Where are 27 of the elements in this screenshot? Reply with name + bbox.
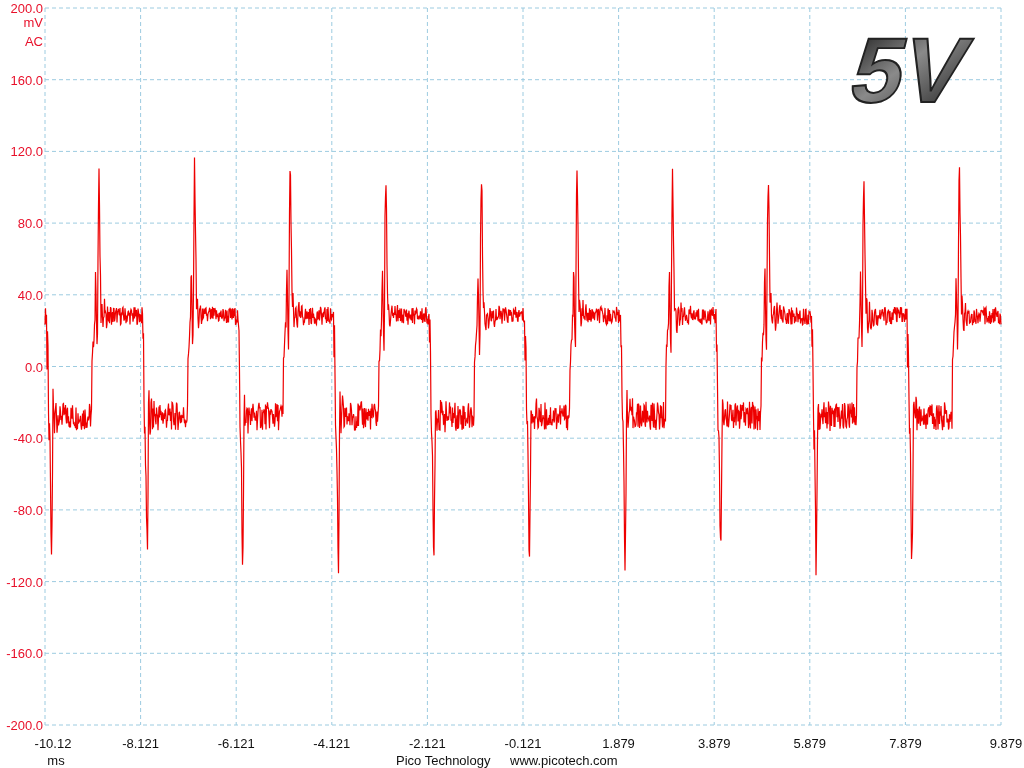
y-tick-label: -200.0 (6, 718, 43, 733)
x-tick-label: -4.121 (313, 736, 351, 751)
coupling-label: AC (24, 34, 43, 49)
y-tick-label: 0.0 (24, 359, 43, 375)
x-tick-label: -8.121 (122, 736, 160, 751)
y-tick-label: 40.0 (17, 287, 43, 303)
x-tick-label: -2.121 (408, 736, 446, 751)
x-tick-label: 1.879 (602, 736, 635, 751)
unit-label: mV (23, 15, 43, 30)
y-tick-label: -80.0 (13, 502, 43, 518)
x-tick-label: 5.879 (793, 736, 827, 751)
y-tick-label: -160.0 (6, 646, 43, 662)
y-tick-label: 80.0 (17, 216, 43, 232)
voltage-label: 5V (841, 18, 980, 122)
y-tick-label: -120.0 (6, 574, 43, 590)
y-tick-label: 160.0 (10, 72, 43, 88)
y-tick-label: 200.0 (10, 1, 43, 16)
unit-label: ms (47, 753, 65, 768)
x-tick-label: 9.879 (989, 736, 1023, 751)
x-tick-label: -6.121 (217, 736, 255, 751)
x-tick-label: 3.879 (697, 736, 731, 751)
y-tick-label: -40.0 (13, 431, 43, 447)
x-tick-label: -0.121 (504, 736, 542, 751)
footer-text: Pico Technology (396, 753, 491, 768)
x-tick-label: 7.879 (889, 736, 922, 751)
y-tick-label: 120.0 (10, 144, 43, 160)
x-tick-label: -10.12 (34, 736, 72, 751)
